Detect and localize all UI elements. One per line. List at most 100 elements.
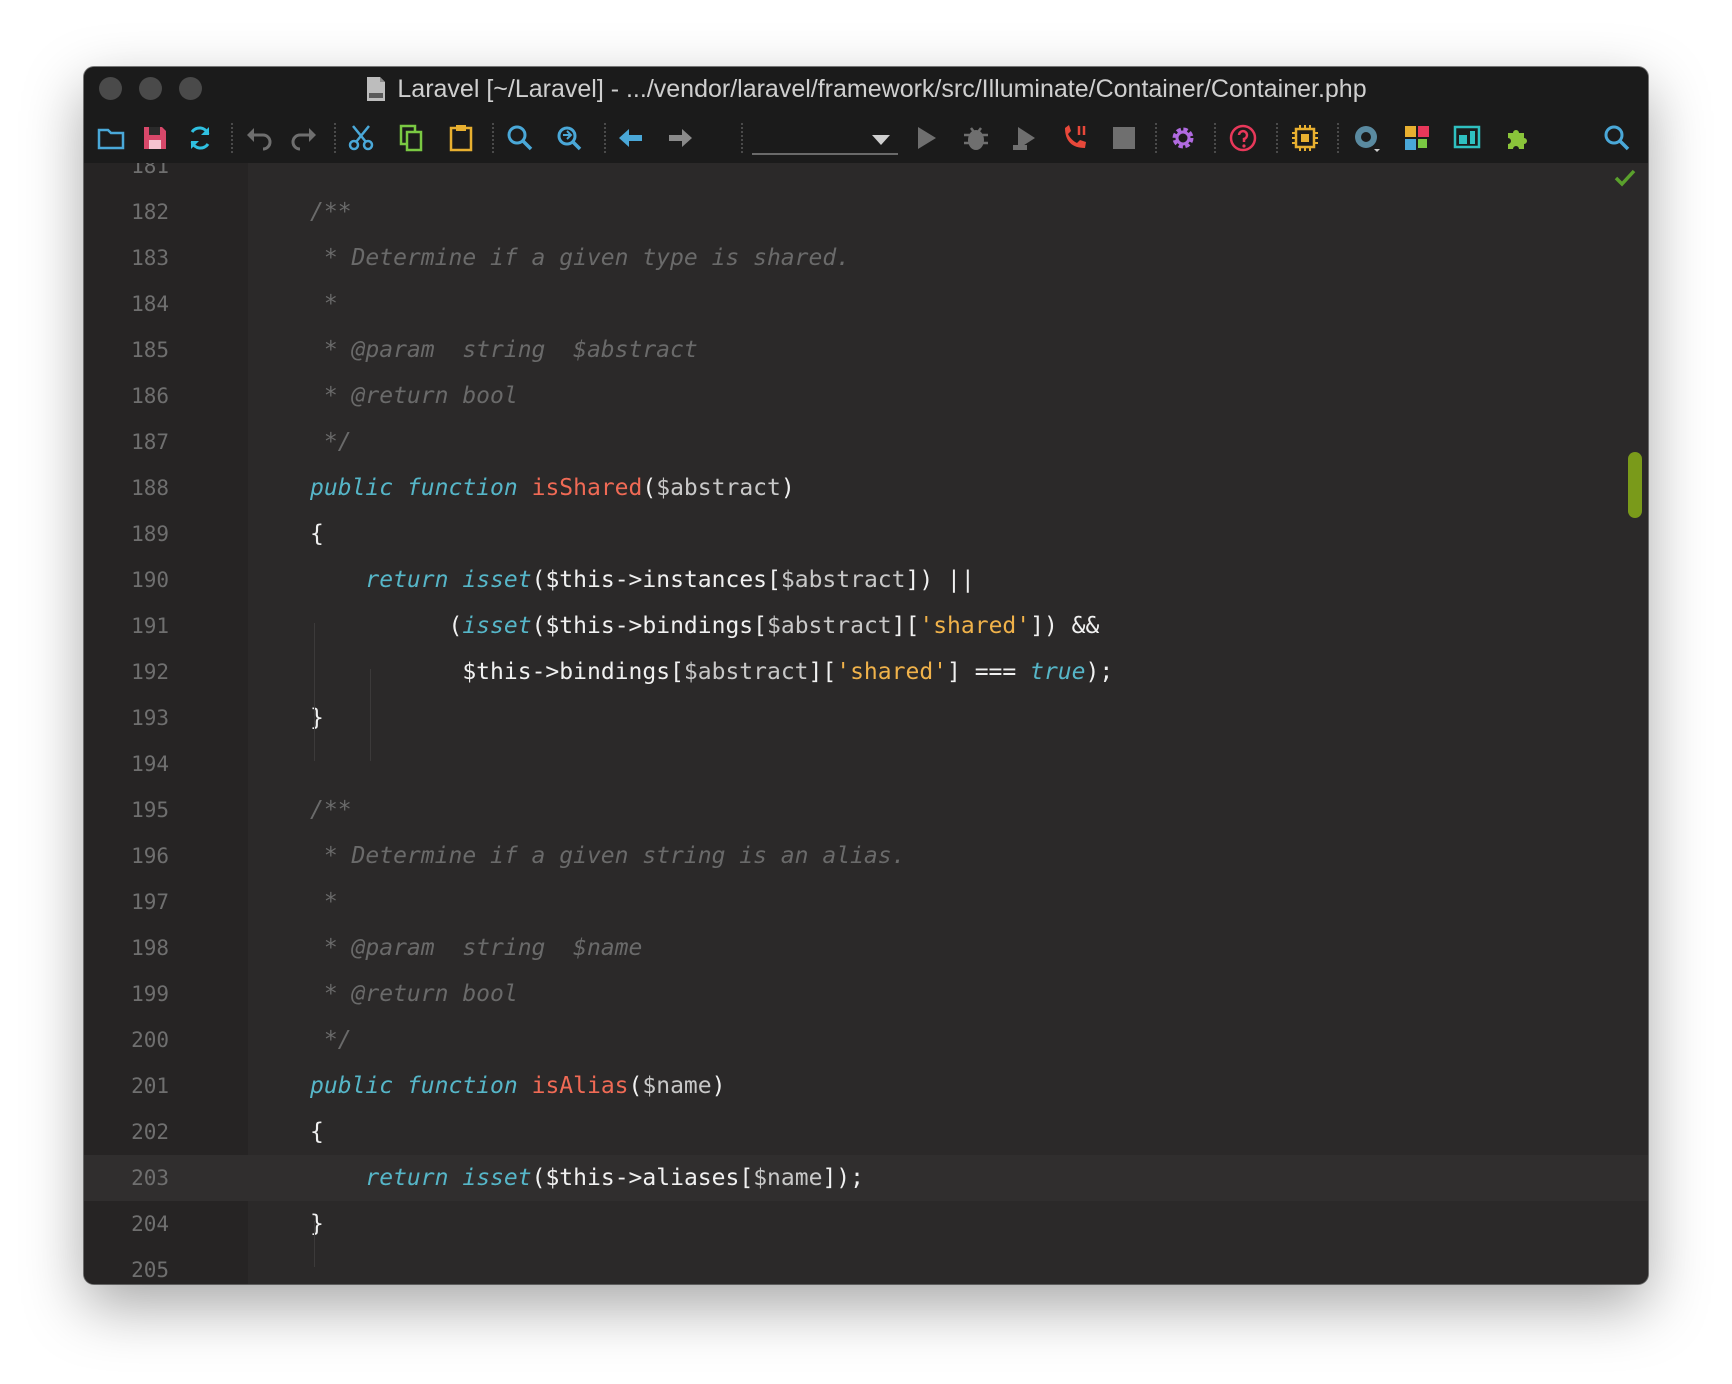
run-configuration-select[interactable] (752, 123, 898, 155)
code-token: * @return bool (310, 981, 518, 1007)
code-line[interactable]: 204} (84, 1201, 1648, 1247)
listen-debug-connections-button[interactable] (1058, 121, 1092, 155)
code-text: return isset($this->aliases[$name]); (310, 1155, 864, 1201)
layout-icon (1405, 126, 1429, 150)
database-button[interactable] (1450, 121, 1484, 155)
run-with-coverage-button[interactable] (1008, 121, 1042, 155)
replace-button[interactable] (552, 121, 586, 155)
help-button[interactable] (1226, 121, 1260, 155)
code-line[interactable]: 185 * @param string $abstract (84, 327, 1648, 373)
code-token: $this (462, 659, 532, 685)
line-number: 196 (131, 844, 169, 868)
code-text: * Determine if a given string is an alia… (310, 833, 906, 879)
toolbar-separator (741, 123, 743, 153)
stop-button[interactable] (1107, 121, 1141, 155)
code-line[interactable]: 197 * (84, 879, 1648, 925)
code-line[interactable]: 181 (84, 163, 1648, 189)
redo-button[interactable] (287, 121, 321, 155)
vcs-button[interactable] (1350, 121, 1384, 155)
toolbar-separator (1155, 123, 1157, 153)
cut-icon (348, 125, 374, 151)
open-folder-button[interactable] (94, 121, 128, 155)
code-line[interactable]: 186 * @return bool (84, 373, 1648, 419)
navigate-back-button[interactable] (614, 121, 648, 155)
code-line[interactable]: 187 */ (84, 419, 1648, 465)
code-line[interactable]: 196 * Determine if a given string is an … (84, 833, 1648, 879)
scrollbar-marker[interactable] (1628, 452, 1642, 518)
line-number: 183 (131, 246, 169, 270)
code-line[interactable]: 182 /** (84, 189, 1648, 235)
toolbar-separator (1276, 123, 1278, 153)
code-token: isset (462, 567, 532, 593)
toolbar-separator (1214, 123, 1216, 153)
code-token: ] === (947, 659, 1031, 685)
line-number: 202 (131, 1120, 169, 1144)
code-token: * @param string $name (310, 935, 643, 961)
run-button[interactable] (909, 121, 943, 155)
code-token: /** (310, 797, 352, 823)
layout-button[interactable] (1400, 121, 1434, 155)
code-text: */ (310, 1017, 352, 1063)
code-token: $this (545, 613, 615, 639)
code-token: ]) || (905, 567, 975, 593)
code-line[interactable]: 183 * Determine if a given type is share… (84, 235, 1648, 281)
code-line[interactable]: 193} (84, 695, 1648, 741)
navigate-forward-button[interactable] (663, 121, 697, 155)
code-line[interactable]: 188 public function isShared($abstract) (84, 465, 1648, 511)
sync-button[interactable] (183, 121, 217, 155)
code-line[interactable]: 195 /** (84, 787, 1648, 833)
code-line[interactable]: 192 $this->bindings[$abstract]['shared']… (84, 649, 1648, 695)
code-line-current[interactable]: 203 return isset($this->aliases[$name]); (84, 1155, 1648, 1201)
code-line[interactable]: 191 (isset($this->bindings[$abstract]['s… (84, 603, 1648, 649)
run-icon (918, 127, 936, 149)
line-number: 182 (131, 200, 169, 224)
code-line[interactable]: 189 { (84, 511, 1648, 557)
code-token: * (310, 889, 338, 915)
code-token: isset (462, 613, 532, 639)
save-button[interactable] (138, 121, 172, 155)
code-text: * (310, 281, 338, 327)
line-number: 203 (131, 1166, 169, 1190)
search-icon (1604, 125, 1630, 151)
paste-button[interactable] (444, 121, 478, 155)
toolbar-separator (1337, 123, 1339, 153)
debug-button[interactable] (959, 121, 993, 155)
code-token: ) (780, 475, 795, 501)
find-button[interactable] (503, 121, 537, 155)
settings-button[interactable] (1166, 121, 1200, 155)
code-line[interactable]: 190 return isset($this->instances[$abstr… (84, 557, 1648, 603)
line-number: 195 (131, 798, 169, 822)
plugins-button[interactable] (1500, 121, 1534, 155)
search-everywhere-button[interactable] (1600, 121, 1634, 155)
code-text: * (310, 879, 338, 925)
code-line[interactable]: 199 * @return bool (84, 971, 1648, 1017)
cpu-icon (1292, 125, 1318, 151)
code-line[interactable]: 201 public function isAlias($name) (84, 1063, 1648, 1109)
copy-button[interactable] (394, 121, 428, 155)
open-folder-icon (97, 128, 125, 150)
undo-button[interactable] (242, 121, 276, 155)
code-line[interactable]: 205 (84, 1247, 1648, 1284)
code-line[interactable]: 194 (84, 741, 1648, 787)
code-editor[interactable]: 181 182 /** 183 * Determine if a given type… (84, 163, 1648, 1284)
redo-icon (291, 128, 316, 151)
cpu-profiler-button[interactable] (1288, 121, 1322, 155)
code-token: ][ (891, 613, 920, 639)
code-token: * Determine if a given string is an alia… (310, 843, 906, 869)
php-file-icon (367, 77, 386, 101)
code-line[interactable]: 184 * (84, 281, 1648, 327)
forward-arrow-icon (669, 129, 692, 147)
cut-button[interactable] (344, 121, 378, 155)
code-line[interactable]: 202 { (84, 1109, 1648, 1155)
line-number: 192 (131, 660, 169, 684)
code-line[interactable]: 198 * @param string $name (84, 925, 1648, 971)
code-line[interactable]: 200 */ (84, 1017, 1648, 1063)
chevron-down-icon (872, 135, 890, 145)
